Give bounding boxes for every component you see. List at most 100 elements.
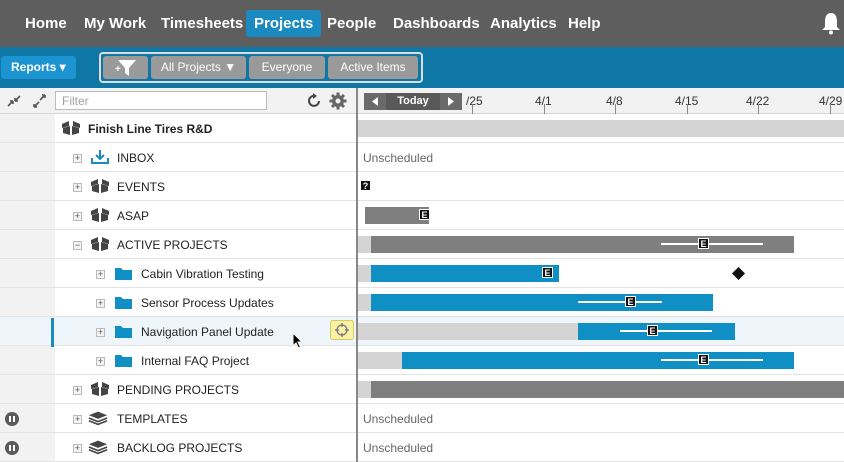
today-button[interactable]: Today — [388, 93, 438, 110]
previous-button[interactable] — [364, 93, 386, 110]
row-label: EVENTS — [117, 180, 166, 194]
package-icon — [91, 179, 109, 193]
estimate-marker-icon[interactable]: E — [698, 238, 709, 249]
gantt-bar-background — [358, 323, 578, 340]
collapse-all-icon[interactable] — [6, 94, 22, 108]
pane-divider[interactable] — [356, 88, 358, 462]
all-projects-dropdown[interactable]: All Projects ▼ — [151, 56, 246, 79]
expand-toggle[interactable]: + — [73, 415, 82, 424]
filter-group: + All Projects ▼ Everyone Active Items — [99, 52, 423, 83]
row-label: ASAP — [117, 209, 150, 223]
bell-icon[interactable] — [820, 11, 842, 35]
estimate-range-line — [661, 359, 763, 361]
gantt-bar-background — [358, 352, 402, 369]
date-tick — [615, 104, 616, 114]
package-icon — [91, 382, 109, 396]
nav-timesheets[interactable]: Timesheets — [153, 10, 251, 37]
estimate-range-line — [578, 301, 662, 303]
nav-home[interactable]: Home — [17, 10, 75, 37]
collapse-toggle[interactable]: − — [73, 241, 82, 250]
estimate-marker-icon[interactable]: E — [647, 325, 658, 336]
row-label: INBOX — [117, 151, 155, 165]
tree-row[interactable]: − ACTIVE PROJECTS E — [0, 230, 844, 259]
tree-row[interactable]: + TEMPLATES Unscheduled — [0, 404, 844, 433]
tree-row[interactable]: Finish Line Tires R&D — [0, 114, 844, 143]
expand-toggle[interactable]: + — [96, 357, 105, 366]
timeline-header: Today /25 4/1 4/8 4/15 4/22 4/29 — [357, 88, 844, 114]
estimate-marker-icon[interactable]: E — [698, 354, 709, 365]
tree-cell: + Internal FAQ Project — [55, 346, 356, 375]
add-filter-icon: + — [115, 60, 136, 76]
layers-icon — [88, 411, 108, 426]
estimate-marker-icon[interactable]: E — [542, 267, 553, 278]
nav-projects[interactable]: Projects — [246, 10, 322, 37]
row-label: Sensor Process Updates — [141, 296, 274, 310]
date-tick — [758, 104, 759, 114]
tree-row[interactable]: + EVENTS ? — [0, 172, 844, 201]
nav-dashboards[interactable]: Dashboards — [385, 10, 488, 37]
tree-header — [0, 88, 357, 114]
folder-icon — [115, 297, 132, 309]
gantt-bar[interactable] — [371, 381, 844, 398]
tree-row[interactable]: + BACKLOG PROJECTS Unscheduled — [0, 433, 844, 462]
tree-row[interactable]: + PENDING PROJECTS — [0, 375, 844, 404]
expand-toggle[interactable]: + — [96, 328, 105, 337]
row-label: Finish Line Tires R&D — [88, 122, 213, 136]
question-marker-icon[interactable]: ? — [360, 180, 371, 191]
layers-icon — [88, 440, 108, 455]
tree-cell: + Navigation Panel Update — [55, 317, 356, 346]
expand-all-icon[interactable] — [32, 94, 48, 108]
crosshair-icon — [335, 323, 349, 337]
gantt-bar[interactable] — [358, 120, 844, 137]
tree-cell: + INBOX — [55, 143, 356, 172]
row-label: Internal FAQ Project — [141, 354, 250, 368]
refresh-icon[interactable] — [306, 92, 323, 109]
tree-row[interactable]: + Cabin Vibration Testing E — [0, 259, 844, 288]
nav-help[interactable]: Help — [560, 10, 609, 37]
tree-row[interactable]: + Internal FAQ Project E — [0, 346, 844, 375]
estimate-marker-icon[interactable]: E — [419, 209, 430, 220]
next-button[interactable] — [440, 93, 462, 110]
nav-analytics[interactable]: Analytics — [482, 10, 565, 37]
active-items-filter[interactable]: Active Items — [328, 56, 418, 79]
folder-icon — [115, 355, 132, 367]
svg-text:+: + — [115, 64, 121, 75]
expand-toggle[interactable]: + — [73, 386, 82, 395]
expand-toggle[interactable]: + — [96, 299, 105, 308]
expand-toggle[interactable]: + — [96, 270, 105, 279]
locate-button[interactable] — [330, 320, 354, 340]
tree-row[interactable]: + INBOX Unscheduled — [0, 143, 844, 172]
estimate-range-line — [661, 243, 763, 245]
expand-toggle[interactable]: + — [73, 444, 82, 453]
estimate-marker-icon[interactable]: E — [625, 296, 636, 307]
date-tick — [830, 104, 831, 114]
tree-cell: + ASAP — [55, 201, 356, 230]
arrow-right-icon — [448, 97, 454, 106]
pause-icon — [5, 441, 19, 455]
everyone-filter[interactable]: Everyone — [249, 56, 325, 79]
add-filter-button[interactable]: + — [103, 56, 148, 79]
tree-cell: + PENDING PROJECTS — [55, 375, 356, 404]
gantt-bar-background — [358, 294, 371, 311]
tree-row[interactable]: + Sensor Process Updates E — [0, 288, 844, 317]
row-label: PENDING PROJECTS — [117, 383, 240, 397]
tree-cell: + EVENTS — [55, 172, 356, 201]
gear-icon[interactable] — [329, 92, 347, 110]
inbox-icon — [91, 150, 109, 164]
gantt-bar-background — [358, 265, 371, 282]
filter-input[interactable] — [55, 91, 267, 110]
expand-toggle[interactable]: + — [73, 154, 82, 163]
milestone-diamond-icon[interactable] — [732, 267, 745, 280]
selection-indicator — [51, 318, 54, 347]
unscheduled-text: Unscheduled — [363, 441, 434, 455]
tree-cell: + TEMPLATES — [55, 404, 356, 433]
reports-button[interactable]: Reports ▾ — [1, 56, 76, 79]
nav-my-work[interactable]: My Work — [76, 10, 154, 37]
nav-people[interactable]: People — [319, 10, 384, 37]
gantt-bar[interactable] — [371, 265, 559, 282]
expand-toggle[interactable]: + — [73, 212, 82, 221]
tree-row[interactable]: + ASAP E — [0, 201, 844, 230]
tree-row-selected[interactable]: + Navigation Panel Update E — [0, 317, 844, 346]
expand-toggle[interactable]: + — [73, 183, 82, 192]
date-tick — [687, 104, 688, 114]
